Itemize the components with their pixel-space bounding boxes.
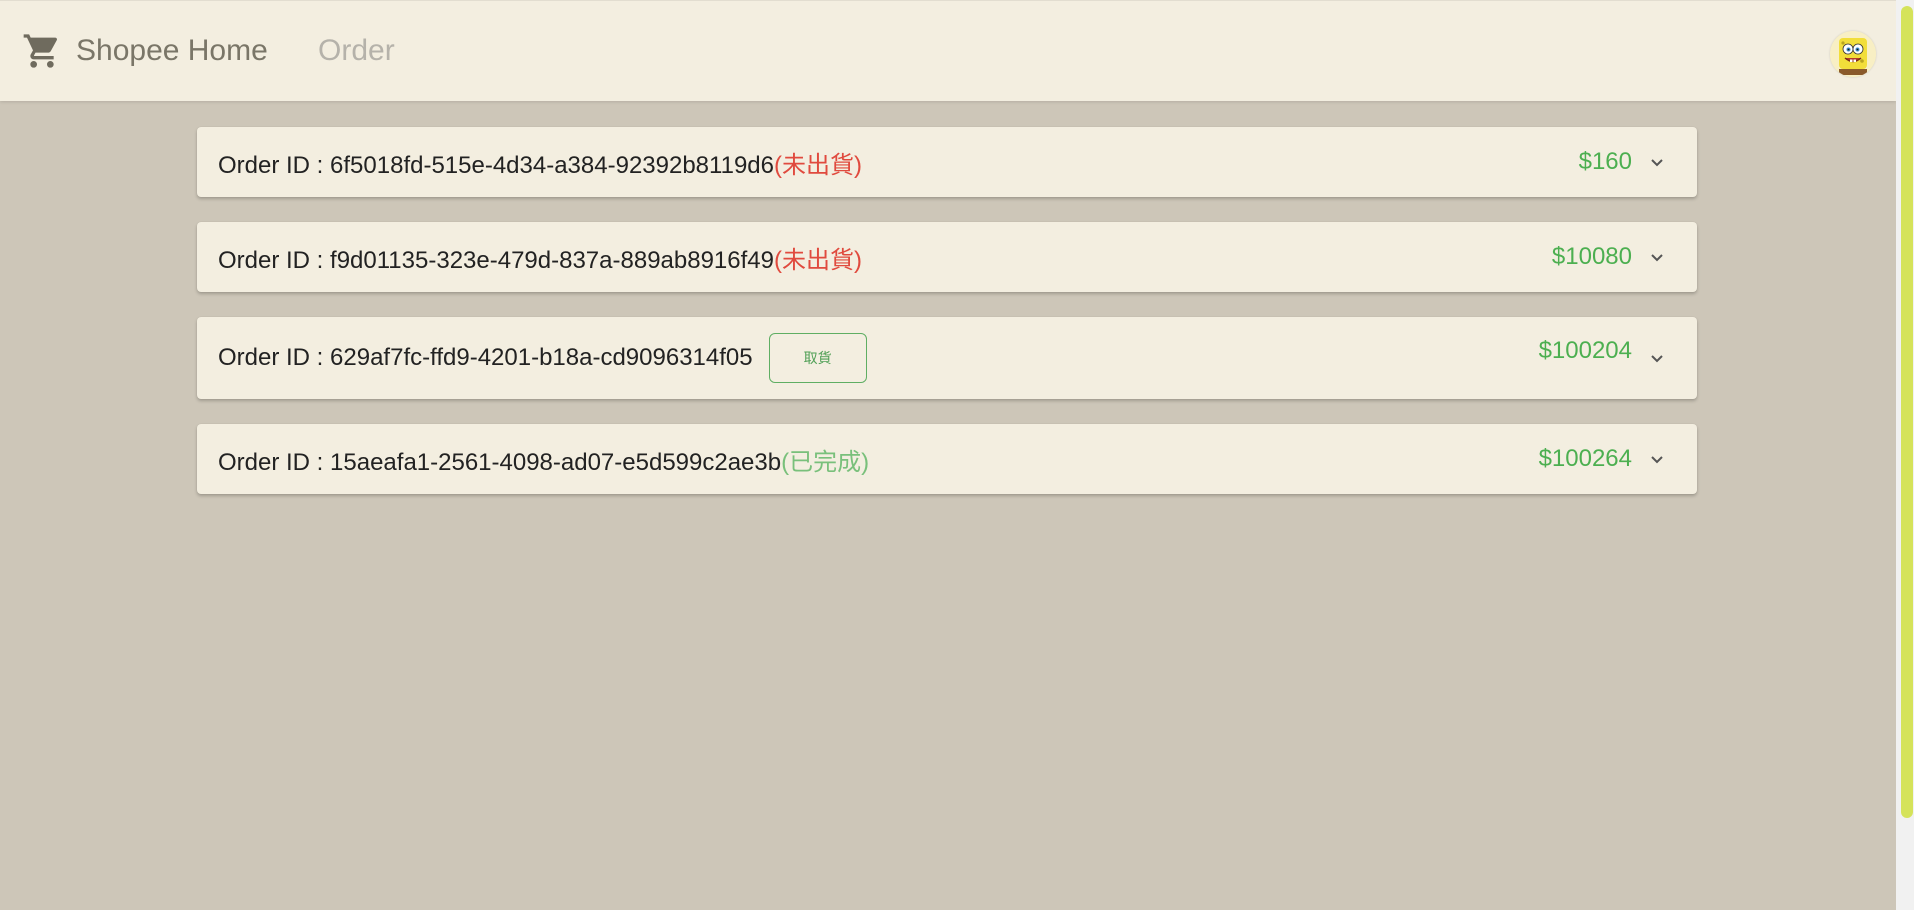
- order-list: Order ID : 6f5018fd-515e-4d34-a384-92392…: [197, 127, 1697, 519]
- home-link[interactable]: Shopee Home: [22, 31, 268, 71]
- order-status-unshipped: (未出貨): [773, 151, 862, 179]
- order-status-completed: (已完成): [781, 448, 870, 476]
- chevron-down-icon[interactable]: [1649, 249, 1665, 265]
- order-id-prefix: Order ID :: [218, 246, 331, 274]
- order-id-text: Order ID : f9d01135-323e-479d-837a-889ab…: [218, 240, 862, 275]
- order-id-prefix: Order ID :: [218, 344, 331, 371]
- nav-order-link[interactable]: Order: [318, 31, 395, 71]
- order-id-value: 629af7fc-ffd9-4201-b18a-cd9096314f05: [330, 344, 753, 371]
- scrollbar-thumb[interactable]: [1901, 6, 1913, 818]
- order-price: $160: [1578, 148, 1632, 175]
- order-price: $10080: [1551, 243, 1632, 270]
- order-row[interactable]: Order ID : f9d01135-323e-479d-837a-889ab…: [197, 222, 1697, 292]
- pickup-button[interactable]: 取貨: [768, 333, 867, 383]
- chevron-down-icon[interactable]: [1649, 350, 1665, 366]
- chevron-down-icon[interactable]: [1649, 451, 1665, 467]
- order-id-prefix: Order ID :: [218, 151, 331, 179]
- shopping-cart-icon: [22, 31, 62, 71]
- order-price: $100204: [1538, 337, 1632, 364]
- order-id-value: f9d01135-323e-479d-837a-889ab8916f49: [330, 246, 774, 274]
- chevron-down-icon[interactable]: [1649, 154, 1665, 170]
- order-row[interactable]: Order ID : 15aeafa1-2561-4098-ad07-e5d59…: [197, 424, 1697, 494]
- order-row[interactable]: Order ID : 629af7fc-ffd9-4201-b18a-cd909…: [197, 317, 1697, 399]
- order-price: $100264: [1538, 445, 1632, 472]
- order-id-prefix: Order ID :: [218, 448, 331, 476]
- order-id-text: Order ID : 15aeafa1-2561-4098-ad07-e5d59…: [218, 442, 869, 477]
- top-app-bar: Shopee Home Order: [0, 0, 1896, 101]
- order-row[interactable]: Order ID : 6f5018fd-515e-4d34-a384-92392…: [197, 127, 1697, 197]
- order-status-unshipped: (未出貨): [773, 246, 862, 274]
- brand-title: Shopee Home: [76, 34, 268, 67]
- order-id-value: 15aeafa1-2561-4098-ad07-e5d599c2ae3b: [330, 448, 782, 476]
- spongebob-avatar-image: [1830, 31, 1876, 77]
- order-id-text: Order ID : 629af7fc-ffd9-4201-b18a-cd909…: [218, 344, 753, 372]
- order-id-text: Order ID : 6f5018fd-515e-4d34-a384-92392…: [218, 145, 862, 180]
- user-avatar[interactable]: [1830, 31, 1876, 77]
- order-id-value: 6f5018fd-515e-4d34-a384-92392b8119d6: [330, 151, 774, 179]
